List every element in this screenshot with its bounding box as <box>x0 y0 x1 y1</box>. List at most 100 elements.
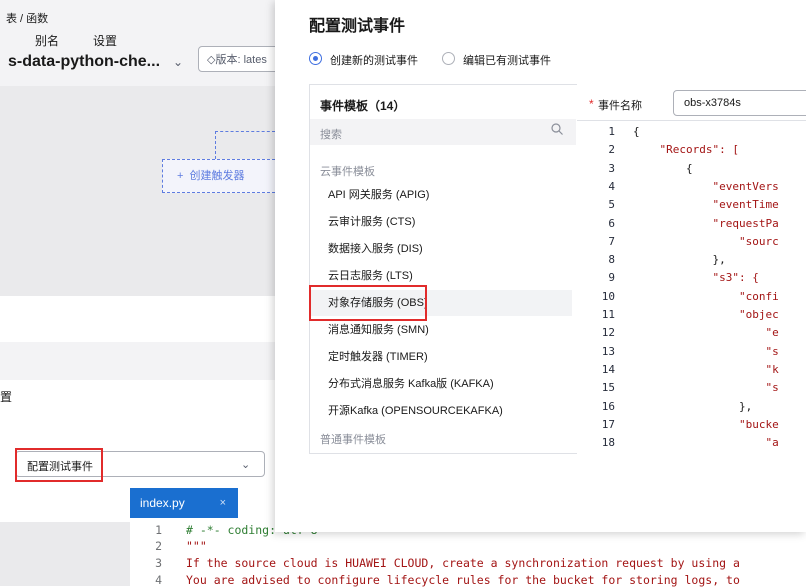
panel-title: 置 <box>0 390 13 404</box>
code-line: 12 "e <box>577 326 779 339</box>
editor-sidebar <box>0 522 130 586</box>
code-line: 10 "confi <box>577 290 779 303</box>
code-text: }, <box>633 253 726 267</box>
line-number: 3 <box>608 161 615 175</box>
code-line: 11 "objec <box>577 308 779 321</box>
code-line: 15 "s <box>577 381 779 394</box>
line-number: 16 <box>601 399 615 413</box>
code-text: "e <box>765 326 779 340</box>
highlight-box <box>15 448 103 482</box>
template-search-input[interactable] <box>310 119 576 145</box>
diagram-connector <box>215 131 275 132</box>
line-number: 17 <box>601 417 615 431</box>
template-item[interactable]: 数据接入服务 (DIS) <box>310 236 572 262</box>
template-item[interactable]: 开源Kafka (OPENSOURCEKAFKA) <box>310 398 572 424</box>
line-number: 5 <box>608 198 615 212</box>
line-number: 12 <box>601 326 615 340</box>
line-number: 13 <box>601 344 615 358</box>
line-number: 10 <box>601 289 615 303</box>
code-line: 5 "eventTime <box>577 198 779 212</box>
code-text: "bucke <box>738 417 779 431</box>
tab-settings[interactable]: 设置 <box>93 32 117 49</box>
template-item[interactable]: 分布式消息服务 Kafka版 (KAFKA) <box>310 371 572 397</box>
search-icon[interactable] <box>551 123 563 135</box>
diagram-connector <box>215 131 216 159</box>
code-text: "Records": [ <box>659 143 739 157</box>
highlight-box <box>309 285 427 321</box>
code-text: "s3": { <box>712 271 759 285</box>
code-text: "sourc <box>738 234 779 248</box>
file-tab-index-py[interactable]: index.py × <box>130 488 238 518</box>
code-line: 9 "s3": { <box>577 271 759 285</box>
create-trigger-button[interactable]: + 创建触发器 <box>162 159 275 193</box>
code-text: }, <box>633 399 753 413</box>
line-number: 4 <box>608 179 615 193</box>
code-line: 7 "sourc <box>577 234 779 248</box>
line-number: 11 <box>601 308 615 321</box>
radio-edit-existing[interactable] <box>442 52 455 65</box>
code-line: 16 }, <box>577 400 752 413</box>
code-line: 18 "a <box>577 436 779 449</box>
line-number: 6 <box>608 216 615 230</box>
code-text: "s <box>765 344 779 358</box>
line-number: 9 <box>608 271 615 285</box>
template-list: 事件模板（14） 搜索 云事件模板 API 网关服务 (APIG) 云审计服务 … <box>309 84 577 454</box>
section-divider <box>0 342 275 378</box>
chevron-down-icon[interactable]: ⌄ <box>241 458 250 471</box>
create-trigger-label: 创建触发器 <box>189 170 245 182</box>
line-number: 8 <box>608 253 615 267</box>
function-name[interactable]: s-data-python-che... <box>8 53 160 71</box>
code-line: 6 "requestPa <box>577 216 779 230</box>
group-cloud-templates: 云事件模板 <box>320 166 375 178</box>
line-number: 1 <box>608 125 615 138</box>
template-item[interactable]: 云审计服务 (CTS) <box>310 209 572 235</box>
code-text: "objec <box>738 308 779 321</box>
template-item[interactable]: API 网关服务 (APIG) <box>310 182 572 208</box>
code-line: 13 "s <box>577 345 779 358</box>
code-line: 2 "Records": [ <box>577 143 739 156</box>
event-json-editor[interactable]: 1{2 "Records": [3 {4 "eventVers 5 "eventT… <box>577 120 806 455</box>
code-line: 4 You are advised to configure lifecycle … <box>155 573 740 587</box>
version-label: 版本: lates <box>215 54 267 66</box>
line-number: 2 <box>608 143 615 157</box>
function-tabs <box>0 296 275 343</box>
group-normal-templates: 普通事件模板 <box>320 434 386 446</box>
event-name-input[interactable]: obs-x3784s <box>673 90 806 116</box>
line-number: 7 <box>608 234 615 248</box>
radio-edit-existing-label[interactable]: 编辑已有测试事件 <box>463 52 551 68</box>
code-line: 2 """ <box>155 539 207 553</box>
event-name-label: 事件名称 <box>598 100 642 112</box>
line-number: 14 <box>601 362 615 376</box>
radio-create-new[interactable] <box>309 52 322 65</box>
code-text: "requestPa <box>712 216 779 230</box>
tab-alias[interactable]: 别名 <box>35 32 59 49</box>
close-icon[interactable]: × <box>220 488 226 518</box>
code-text: "a <box>765 436 779 450</box>
code-line: 1{ <box>577 125 640 138</box>
code-text: "eventTime <box>712 198 779 212</box>
radio-create-new-label[interactable]: 创建新的测试事件 <box>330 52 418 68</box>
code-text: "s <box>765 381 779 395</box>
file-tab-label: index.py <box>140 496 185 510</box>
line-number: 15 <box>601 381 615 395</box>
template-item[interactable]: 定时触发器 (TIMER) <box>310 344 572 370</box>
template-list-header: 事件模板（14） <box>320 99 406 113</box>
code-text: "confi <box>738 289 779 303</box>
code-line: 8 }, <box>577 253 726 267</box>
line-number: 18 <box>601 436 615 450</box>
chevron-down-icon[interactable]: ⌄ <box>173 55 183 69</box>
dialog-title: 配置测试事件 <box>309 18 406 35</box>
code-line: 4 "eventVers <box>577 179 779 193</box>
code-text: "eventVers <box>712 179 779 193</box>
code-line: 3 { <box>577 161 692 175</box>
code-line: 3 If the source cloud is HUAWEI CLOUD, cr… <box>155 556 740 570</box>
code-text: { <box>633 125 640 138</box>
required-mark: * <box>589 97 594 111</box>
version-select[interactable]: ◇版本: lates <box>198 46 275 72</box>
search-placeholder: 搜索 <box>320 129 342 141</box>
plus-icon: + <box>177 170 190 182</box>
breadcrumb[interactable]: 表 / 函数 <box>6 10 48 26</box>
code-line: 17 "bucke <box>577 418 779 431</box>
code-line: 14 "k <box>577 363 779 376</box>
code-text: "k <box>765 362 779 376</box>
